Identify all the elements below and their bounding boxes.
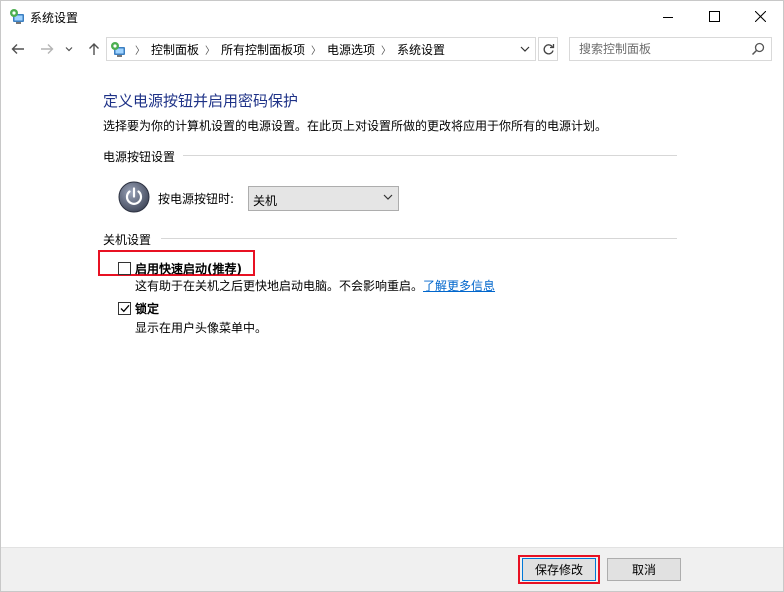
shutdown-section-title: 关机设置 <box>103 231 158 248</box>
maximize-button[interactable] <box>691 1 737 32</box>
navigation-bar: 〉 控制面板 〉 所有控制面板项 〉 电源选项 〉 系统设置 <box>1 34 783 64</box>
breadcrumb-separator-icon: 〉 <box>135 45 145 57</box>
chevron-down-icon <box>520 46 530 52</box>
power-icon <box>118 181 150 213</box>
fast-startup-label[interactable]: 启用快速启动(推荐) <box>135 260 242 277</box>
lock-checkbox[interactable] <box>118 302 131 315</box>
breadcrumb-item[interactable]: 控制面板 <box>151 41 199 58</box>
fast-startup-description: 这有助于在关机之后更快地启动电脑。不会影响重启。了解更多信息 <box>135 277 495 294</box>
checkmark-icon <box>120 304 129 313</box>
search-input[interactable] <box>570 38 749 60</box>
back-button[interactable] <box>7 38 29 60</box>
close-button[interactable] <box>737 1 783 32</box>
recent-locations-button[interactable] <box>61 38 77 60</box>
minimize-button[interactable] <box>645 1 691 32</box>
breadcrumb: 〉 控制面板 〉 所有控制面板项 〉 电源选项 〉 系统设置 <box>129 38 445 60</box>
page-description: 选择要为你的计算机设置的电源设置。在此页上对设置所做的更改将应用于你所有的电源计… <box>103 119 608 133</box>
control-panel-icon <box>111 42 125 57</box>
title-bar: 系统设置 <box>1 1 783 32</box>
select-value: 关机 <box>253 194 278 208</box>
chevron-down-icon <box>65 47 73 52</box>
refresh-icon <box>543 43 554 54</box>
close-icon <box>754 11 766 22</box>
save-button[interactable]: 保存修改 <box>522 558 596 581</box>
up-button[interactable] <box>83 38 105 60</box>
learn-more-link[interactable]: 了解更多信息 <box>423 279 495 293</box>
lock-option[interactable]: 锁定 <box>118 300 159 317</box>
forward-arrow-icon <box>41 44 54 54</box>
address-dropdown-button[interactable] <box>517 41 533 57</box>
fast-startup-option[interactable]: 启用快速启动(推荐) <box>118 260 242 277</box>
up-arrow-icon <box>89 43 99 55</box>
control-panel-icon <box>10 9 24 24</box>
back-arrow-icon <box>11 44 24 54</box>
address-bar[interactable]: 〉 控制面板 〉 所有控制面板项 〉 电源选项 〉 系统设置 <box>106 37 536 61</box>
power-section-title: 电源按钮设置 <box>103 148 182 165</box>
window-title: 系统设置 <box>30 11 79 25</box>
lock-description: 显示在用户头像菜单中。 <box>135 321 268 335</box>
breadcrumb-item[interactable]: 所有控制面板项 <box>221 41 305 58</box>
power-button-label: 按电源按钮时: <box>158 192 235 206</box>
breadcrumb-separator-icon: 〉 <box>205 45 216 57</box>
search-box <box>569 37 772 61</box>
page-title: 定义电源按钮并启用密码保护 <box>103 92 299 110</box>
chevron-down-icon <box>383 194 393 200</box>
power-button-action-select[interactable]: 关机 <box>248 186 399 211</box>
breadcrumb-item[interactable]: 系统设置 <box>397 41 445 58</box>
section-divider <box>183 155 677 156</box>
fast-startup-description-text: 这有助于在关机之后更快地启动电脑。不会影响重启。 <box>135 279 424 293</box>
forward-button[interactable] <box>36 38 58 60</box>
search-icon[interactable] <box>751 42 765 56</box>
minimize-icon <box>663 16 673 18</box>
fast-startup-checkbox[interactable] <box>118 262 131 275</box>
maximize-icon <box>708 11 720 22</box>
section-divider <box>161 238 677 239</box>
breadcrumb-item[interactable]: 电源选项 <box>327 41 375 58</box>
breadcrumb-separator-icon: 〉 <box>381 45 392 57</box>
refresh-button[interactable] <box>538 37 558 61</box>
window: 系统设置 〉 控制面板 〉 所有控制面板项 〉 电源选项 〉 系统设置 搜索控制… <box>0 0 784 592</box>
breadcrumb-separator-icon: 〉 <box>311 45 322 57</box>
lock-label[interactable]: 锁定 <box>135 300 159 317</box>
cancel-button[interactable]: 取消 <box>607 558 681 581</box>
